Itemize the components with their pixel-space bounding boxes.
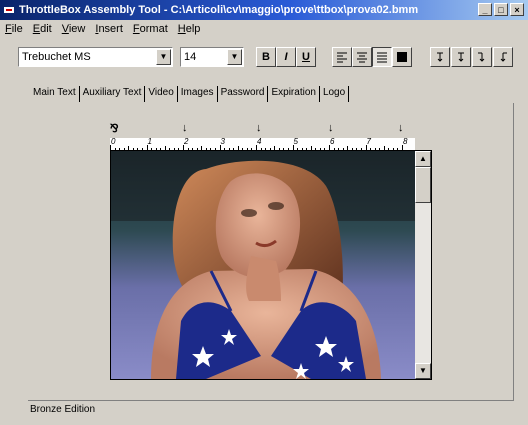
align-right-icon — [397, 52, 407, 62]
paragraph-up-icon — [458, 52, 464, 62]
tab-stop-icon[interactable]: ↓ — [328, 122, 334, 134]
tab-strip: Main Text Auxiliary Text Video Images Pa… — [30, 86, 350, 102]
menu-help[interactable]: Help — [173, 23, 206, 35]
align-left-icon — [337, 52, 347, 63]
tab-main-text[interactable]: Main Text — [30, 86, 80, 102]
ruler-number: 1 — [147, 137, 152, 146]
status-bar: Bronze Edition — [30, 404, 96, 415]
embedded-photo — [111, 151, 416, 379]
app-icon — [4, 7, 14, 13]
ruler-number: 4 — [257, 137, 262, 146]
tab-expiration[interactable]: Expiration — [268, 86, 320, 102]
title-bar[interactable]: ThrottleBox Assembly Tool - C:\Articoli\… — [0, 0, 528, 20]
chevron-down-icon[interactable]: ▼ — [227, 49, 242, 65]
paragraph-down-icon — [437, 52, 443, 62]
maximize-button[interactable]: □ — [494, 3, 508, 16]
menu-format[interactable]: Format — [128, 23, 173, 35]
paragraph-right-icon — [500, 52, 507, 62]
para-right-button[interactable] — [493, 47, 513, 67]
underline-button[interactable]: U — [296, 47, 316, 67]
window-title: ThrottleBox Assembly Tool - C:\Articoli\… — [19, 4, 419, 16]
menu-insert[interactable]: Insert — [90, 23, 128, 35]
align-left-button[interactable] — [332, 47, 352, 67]
menu-bar: File Edit View Insert Format Help — [0, 20, 528, 38]
chevron-down-icon[interactable]: ▼ — [156, 49, 171, 65]
scroll-thumb[interactable] — [415, 167, 431, 203]
ruler[interactable]: ⅋ ↓ ↓ ↓ ↓ 0 1 2 3 4 5 6 7 8 — [110, 122, 415, 151]
paragraph-left-icon — [478, 52, 485, 62]
scroll-down-button[interactable]: ▼ — [415, 363, 431, 379]
align-center-button[interactable] — [352, 47, 372, 67]
tab-video[interactable]: Video — [145, 86, 178, 102]
align-justify-icon — [377, 52, 387, 63]
menu-file[interactable]: File — [0, 23, 28, 35]
ruler-number: 5 — [293, 137, 298, 146]
font-name-select[interactable]: Trebuchet MS ▼ — [18, 47, 173, 67]
align-center-icon — [357, 52, 367, 63]
ruler-number: 2 — [184, 137, 189, 146]
align-justify-button[interactable] — [372, 47, 392, 67]
ruler-number: 6 — [330, 137, 335, 146]
indent-marker-icon[interactable]: ⅋ — [110, 122, 119, 135]
align-right-button[interactable] — [392, 47, 412, 67]
minimize-button[interactable]: _ — [478, 3, 492, 16]
menu-edit[interactable]: Edit — [28, 23, 57, 35]
tab-stop-icon[interactable]: ↓ — [256, 122, 262, 134]
italic-button[interactable]: I — [276, 47, 296, 67]
bold-button[interactable]: B — [256, 47, 276, 67]
text-editor[interactable]: ▲ ▼ — [110, 150, 432, 380]
font-name-value: Trebuchet MS — [22, 51, 91, 63]
para-left-button[interactable] — [472, 47, 492, 67]
tab-password[interactable]: Password — [218, 86, 269, 102]
tab-logo[interactable]: Logo — [320, 86, 350, 102]
close-button[interactable]: × — [510, 3, 524, 16]
menu-view[interactable]: View — [57, 23, 91, 35]
tab-stop-icon[interactable]: ↓ — [182, 122, 188, 134]
ruler-number: 7 — [366, 137, 371, 146]
format-toolbar: Trebuchet MS ▼ 14 ▼ B I U — [0, 44, 528, 70]
vertical-scrollbar[interactable]: ▲ ▼ — [415, 151, 431, 379]
ruler-number: 3 — [220, 137, 225, 146]
tab-stop-icon[interactable]: ↓ — [398, 122, 404, 134]
tab-images[interactable]: Images — [178, 86, 218, 102]
para-up-button[interactable] — [451, 47, 471, 67]
ruler-number: 0 — [111, 137, 116, 146]
tab-auxiliary-text[interactable]: Auxiliary Text — [80, 86, 146, 102]
ruler-number: 8 — [403, 137, 408, 146]
font-size-value: 14 — [184, 51, 197, 63]
scroll-up-button[interactable]: ▲ — [415, 151, 431, 167]
font-size-select[interactable]: 14 ▼ — [180, 47, 244, 67]
para-down-button[interactable] — [430, 47, 450, 67]
